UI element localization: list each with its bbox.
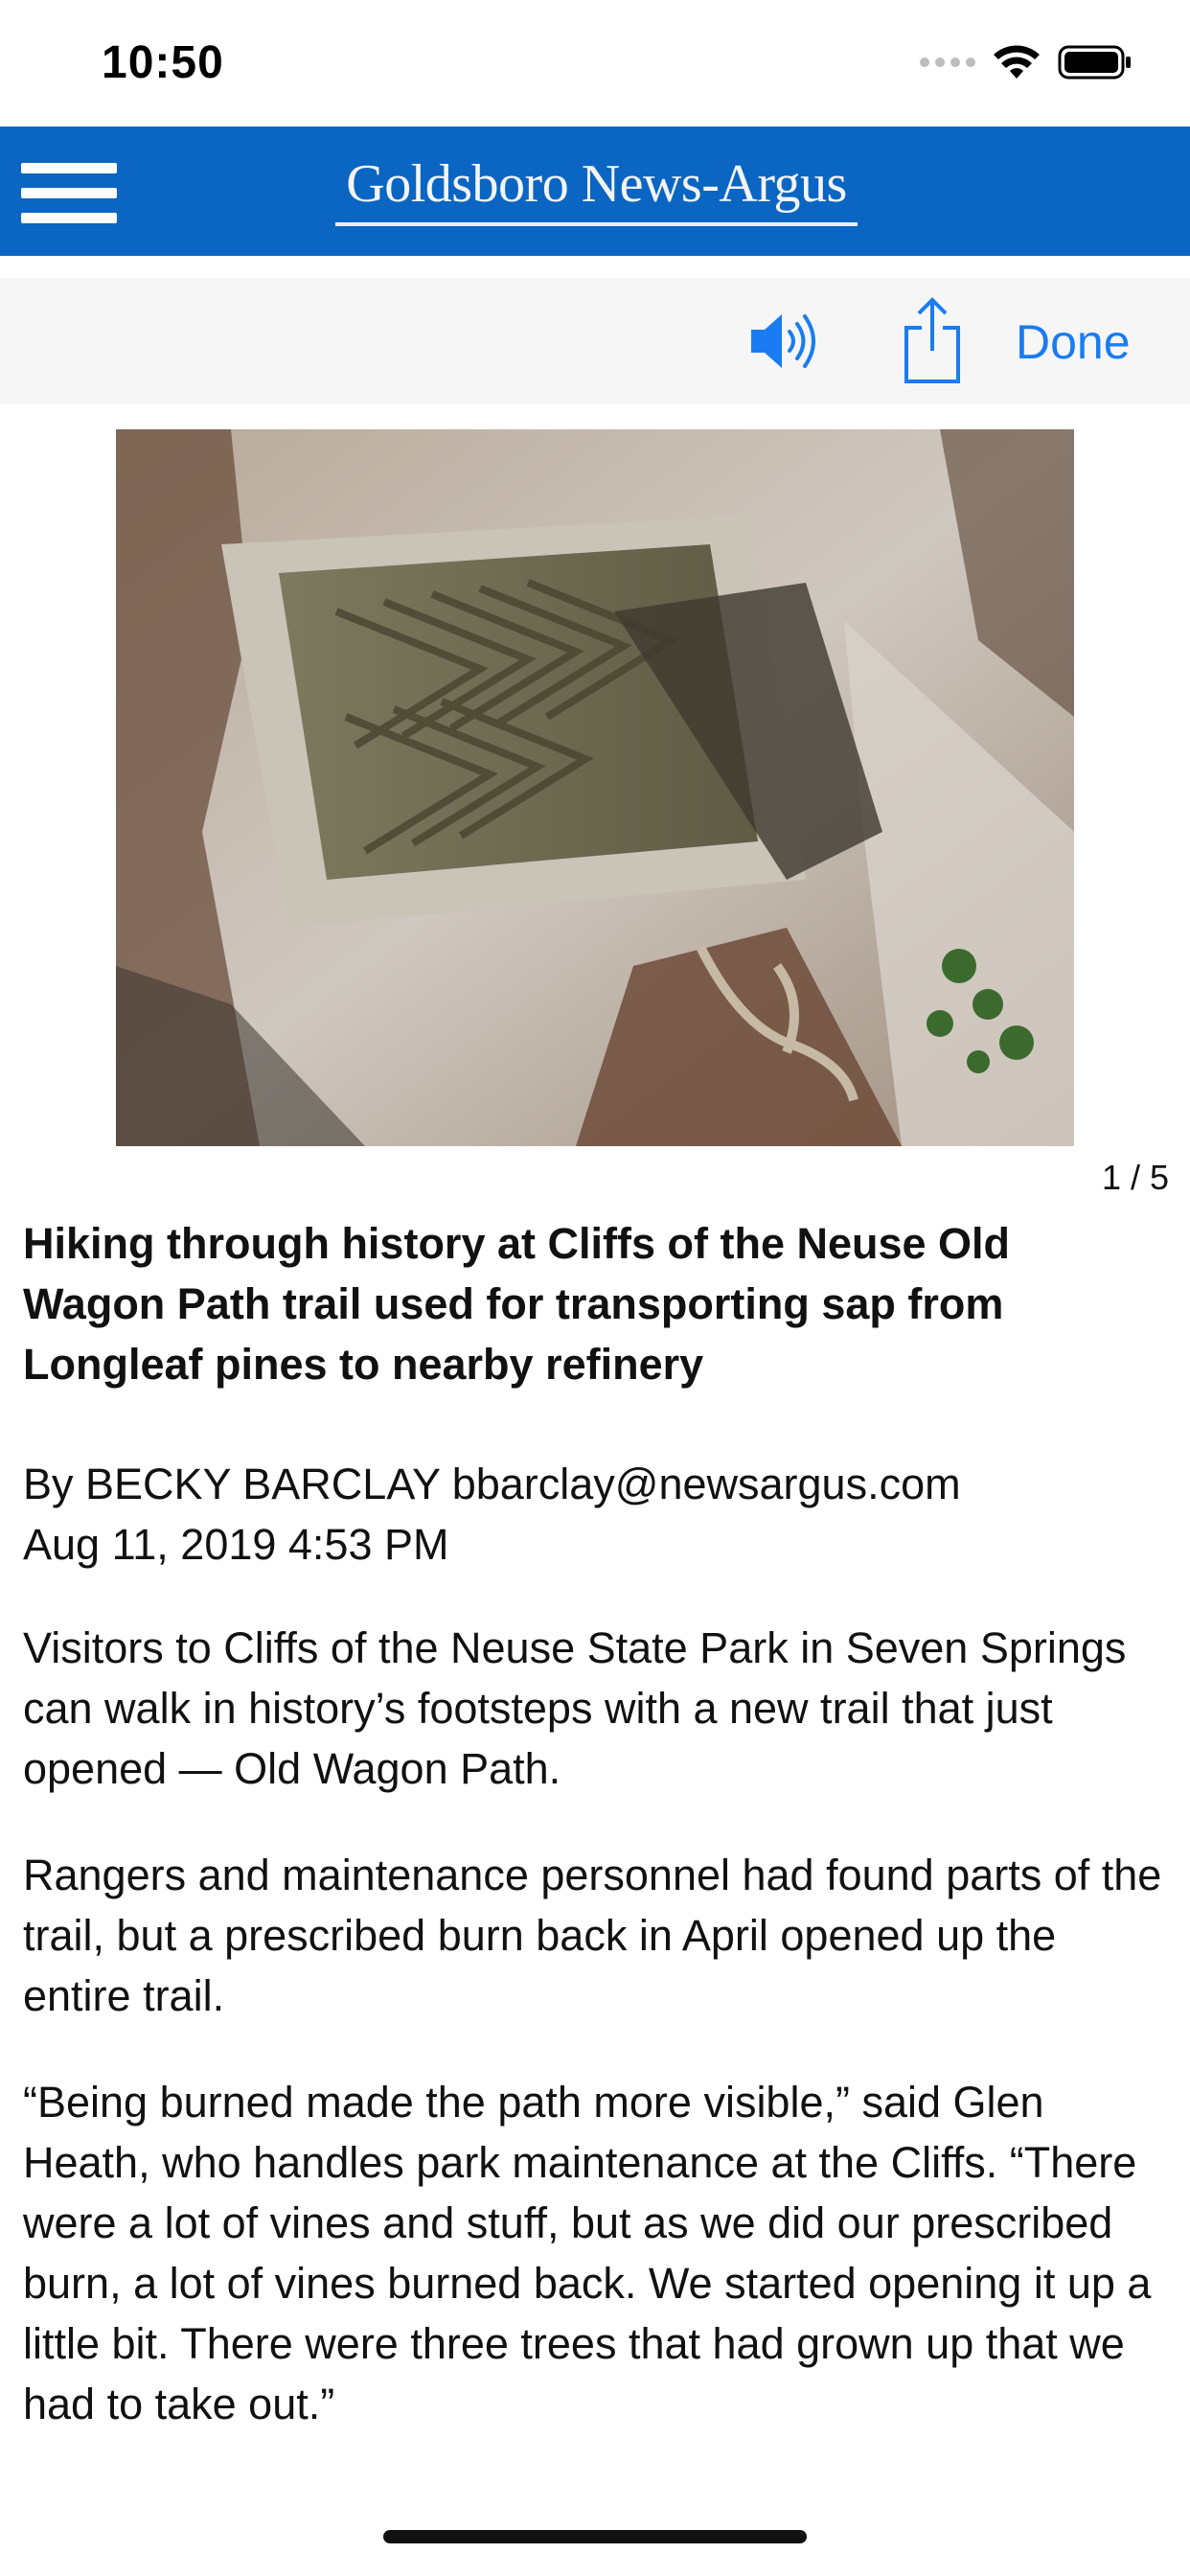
cellular-signal-icon (920, 58, 975, 67)
done-button[interactable]: Done (1016, 314, 1131, 370)
status-bar: 10:50 (0, 0, 1190, 126)
brand-underline (335, 222, 858, 226)
wifi-icon (994, 45, 1040, 79)
masthead: Goldsboro News-Argus (0, 126, 1190, 256)
share-icon (904, 297, 960, 383)
brand-logo: Goldsboro News-Argus (335, 144, 858, 240)
status-icons (920, 44, 1133, 80)
article-headline: Hiking through history at Cliffs of the … (23, 1219, 1011, 1389)
speaker-icon (751, 314, 815, 368)
article-paragraph: Rangers and maintenance personnel had fo… (23, 1851, 1162, 2020)
wagon-path-photo (116, 429, 1074, 1146)
home-indicator[interactable] (383, 2530, 807, 2543)
article-byline: By BECKY BARCLAY bbarclay@newsargus.com … (23, 1454, 1163, 1575)
author-line: By BECKY BARCLAY bbarclay@newsargus.com (23, 1460, 961, 1508)
article-paragraph: Visitors to Cliffs of the Neuse State Pa… (23, 1623, 1127, 1793)
share-button[interactable] (901, 295, 964, 387)
photo-counter: 1 / 5 (1101, 1158, 1169, 1197)
status-time: 10:50 (102, 37, 224, 88)
article-paragraph: “Being burned made the path more visible… (23, 2078, 1152, 2428)
article-body: Visitors to Cliffs of the Neuse State Pa… (23, 1618, 1173, 2480)
hamburger-menu-icon[interactable] (21, 163, 117, 224)
speaker-button[interactable] (747, 305, 824, 378)
article-toolbar: Done (0, 278, 1190, 404)
brand-name: Goldsboro News-Argus (346, 154, 847, 214)
article-photo[interactable] (116, 429, 1074, 1146)
battery-icon (1058, 45, 1131, 80)
publish-date: Aug 11, 2019 4:53 PM (23, 1520, 449, 1569)
